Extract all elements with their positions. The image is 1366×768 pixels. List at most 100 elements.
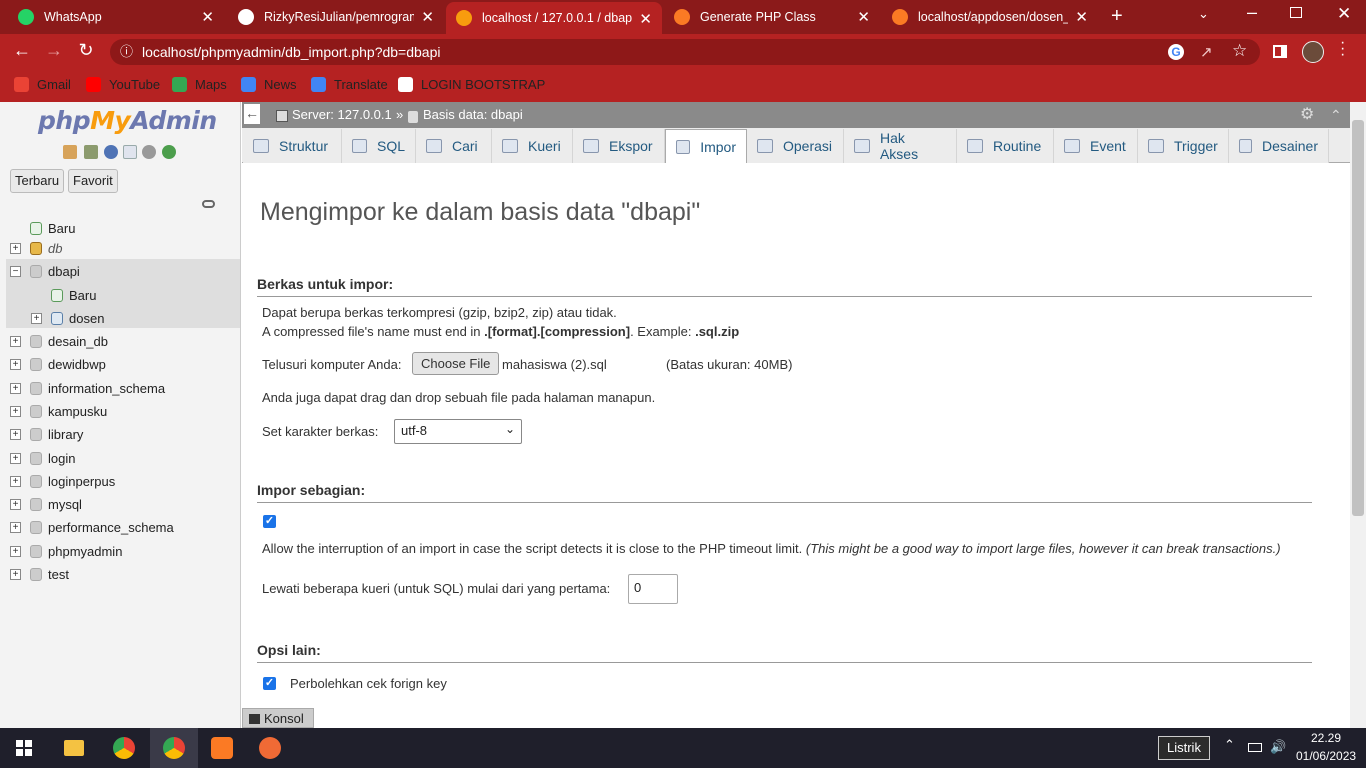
charset-select[interactable]: utf-8 ⌄ (394, 419, 522, 444)
new-tab-button[interactable]: + (1111, 5, 1123, 28)
tab-search-chevron-icon[interactable]: ⌄ (1198, 6, 1209, 22)
settings-gear-icon[interactable] (142, 145, 156, 159)
expand-icon[interactable]: + (10, 336, 21, 347)
bookmark-login-bootstrap[interactable]: LOGIN BOOTSTRAP (398, 77, 545, 92)
chrome-profile-icon[interactable] (150, 728, 198, 768)
tree-database-item[interactable]: + kampusku (0, 401, 240, 423)
chrome-icon[interactable] (100, 728, 148, 768)
expand-icon[interactable]: + (10, 546, 21, 557)
side-panel-icon[interactable] (1273, 45, 1287, 58)
collapse-arrow-icon[interactable]: ← (244, 104, 260, 124)
expand-icon[interactable]: + (10, 383, 21, 394)
tab-ekspor[interactable]: Ekspor (573, 129, 665, 163)
bookmark-translate[interactable]: Translate (311, 77, 388, 92)
docs-icon[interactable] (123, 145, 137, 159)
tree-database-item[interactable]: + dewidbwp (0, 354, 240, 376)
link-with-main-icon[interactable] (202, 200, 215, 208)
tree-new-item[interactable]: Baru (0, 285, 240, 307)
expand-icon[interactable]: + (10, 406, 21, 417)
restore-button[interactable] (1290, 7, 1302, 18)
console-toggle[interactable]: Konsol (242, 708, 314, 728)
tree-database-item[interactable]: + desain_db (0, 331, 240, 353)
expand-icon[interactable]: + (10, 476, 21, 487)
bookmark-youtube[interactable]: YouTube (86, 77, 160, 92)
bookmark-gmail[interactable]: Gmail (14, 77, 71, 92)
tab-kueri[interactable]: Kueri (492, 129, 573, 163)
foreign-key-checkbox[interactable]: ✓ (263, 677, 276, 690)
clock-time[interactable]: 22.29 (1311, 731, 1341, 745)
browser-menu-icon[interactable]: · · · (1340, 35, 1345, 63)
tree-database-item[interactable]: + information_schema (0, 378, 240, 400)
bookmark-star-icon[interactable]: ☆ (1232, 41, 1247, 61)
tab-operasi[interactable]: Operasi (747, 129, 844, 163)
breadcrumb-server[interactable]: Server: 127.0.0.1 (292, 102, 392, 128)
close-tab-icon[interactable]: ✕ (857, 8, 870, 26)
browser-tab-1[interactable]: WhatsApp ✕ (8, 0, 224, 34)
tab-struktur[interactable]: Struktur (243, 129, 342, 163)
tree-database-item[interactable]: + loginperpus (0, 471, 240, 493)
windows-start-icon[interactable] (0, 728, 48, 768)
tab-cari[interactable]: Cari (416, 129, 492, 163)
tray-chevron-up-icon[interactable]: ⌃ (1224, 737, 1235, 753)
tree-database-item[interactable]: + login (0, 448, 240, 470)
profile-avatar[interactable] (1302, 41, 1324, 63)
expand-icon[interactable]: + (10, 569, 21, 580)
tree-table-item[interactable]: + dosen (0, 308, 240, 330)
xampp-icon[interactable] (198, 728, 246, 768)
phpmyadmin-logo[interactable]: phpMyAdmin (38, 106, 217, 135)
browser-tab-2[interactable]: RizkyResiJulian/pemrogramar ✕ (228, 0, 444, 34)
expand-icon[interactable]: + (10, 522, 21, 533)
expand-icon[interactable]: + (31, 313, 42, 324)
tab-routine[interactable]: Routine (957, 129, 1054, 163)
home-icon[interactable] (63, 145, 77, 159)
google-lens-icon[interactable]: G (1168, 44, 1184, 60)
expand-icon[interactable]: + (10, 429, 21, 440)
volume-icon[interactable]: 🔊 (1270, 739, 1286, 755)
tab-event[interactable]: Event (1054, 129, 1138, 163)
tree-database-item[interactable]: + mysql (0, 494, 240, 516)
site-info-icon[interactable]: ⓘ (120, 39, 133, 65)
tree-database-item[interactable]: + library (0, 424, 240, 446)
forward-arrow-icon[interactable]: → (42, 40, 66, 61)
sublime-pen-icon[interactable] (246, 728, 294, 768)
browser-tab-3[interactable]: localhost / 127.0.0.1 / dbapi | ✕ (446, 2, 662, 34)
tab-desainer[interactable]: Desainer (1229, 129, 1329, 163)
minimize-button[interactable]: – (1247, 2, 1257, 23)
tab-trigger[interactable]: Trigger (1138, 129, 1229, 163)
favorite-button[interactable]: Favorit (68, 169, 118, 193)
close-tab-icon[interactable]: ✕ (201, 8, 214, 26)
tree-database-item[interactable]: + phpmyadmin (0, 541, 240, 563)
expand-icon[interactable]: + (10, 243, 21, 254)
tree-database-item[interactable]: + performance_schema (0, 517, 240, 539)
refresh-icon[interactable] (162, 145, 176, 159)
battery-icon[interactable] (1248, 743, 1262, 752)
bookmark-maps[interactable]: Maps (172, 77, 227, 92)
close-tab-icon[interactable]: ✕ (639, 10, 652, 28)
collapse-icon[interactable]: − (10, 266, 21, 277)
browser-tab-4[interactable]: Generate PHP Class ✕ (664, 0, 880, 34)
expand-icon[interactable]: + (10, 359, 21, 370)
logout-icon[interactable] (84, 145, 98, 159)
file-explorer-icon[interactable] (50, 728, 98, 768)
clock-date[interactable]: 01/06/2023 (1296, 749, 1356, 763)
skip-queries-input[interactable]: 0 (628, 574, 678, 604)
expand-icon[interactable]: + (10, 499, 21, 510)
collapse-top-icon[interactable]: ⌃ (1330, 102, 1342, 128)
help-icon[interactable] (104, 145, 118, 159)
url-input[interactable]: ⓘ localhost/phpmyadmin/db_import.php?db=… (110, 39, 1260, 65)
close-tab-icon[interactable]: ✕ (1075, 8, 1088, 26)
tree-database-item[interactable]: + test (0, 564, 240, 586)
choose-file-button[interactable]: Choose File (412, 352, 500, 375)
browser-tab-5[interactable]: localhost/appdosen/dosen_a ✕ (882, 0, 1098, 34)
breadcrumb-database[interactable]: Basis data: dbapi (423, 102, 523, 128)
allow-interrupt-checkbox[interactable]: ✓ (263, 515, 276, 528)
reload-icon[interactable]: ↻ (74, 40, 98, 61)
close-tab-icon[interactable]: ✕ (421, 8, 434, 26)
settings-gear-icon[interactable]: ⚙ (1300, 102, 1314, 128)
tab-sql[interactable]: SQL (342, 129, 416, 163)
expand-icon[interactable]: + (10, 453, 21, 464)
tab-impor[interactable]: Impor (665, 129, 747, 164)
tab-hak-akses[interactable]: Hak Akses (844, 129, 957, 163)
tree-database-item[interactable]: − dbapi (0, 261, 240, 283)
scrollbar-thumb[interactable] (1352, 120, 1364, 516)
